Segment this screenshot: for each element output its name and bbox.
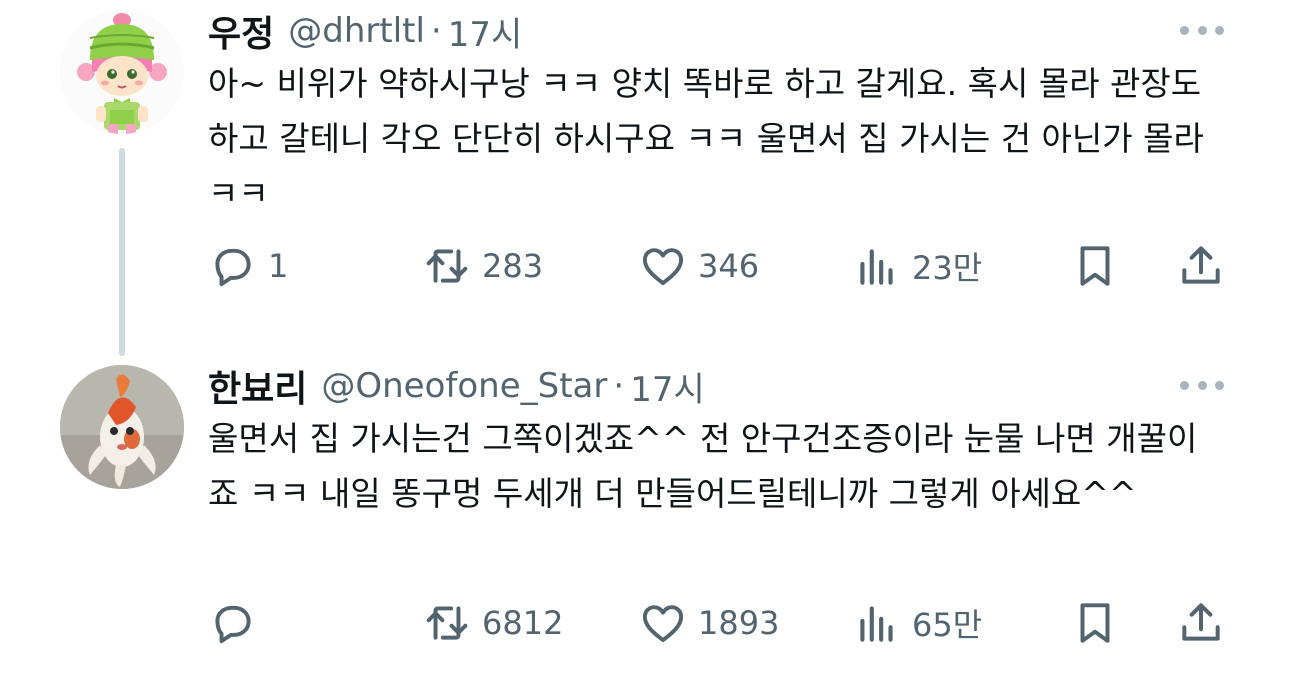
- retweet-count: 283: [482, 247, 544, 285]
- more-options-icon[interactable]: [1180, 20, 1224, 40]
- more-options-icon[interactable]: [1180, 375, 1224, 395]
- retweet-button[interactable]: 283: [422, 241, 543, 291]
- reply-count: 1: [268, 247, 289, 285]
- tweet[interactable]: 한뵤리 @Oneofone_Star · 17시 울면서 집 가시는건 그쪽이겠…: [0, 355, 1290, 681]
- bookmark-button[interactable]: [1070, 598, 1120, 648]
- retweet-icon: [426, 249, 468, 283]
- tweet-header: 우정 @dhrtltl · 17시: [208, 5, 523, 57]
- user-handle[interactable]: @dhrtltl: [288, 11, 425, 51]
- timestamp[interactable]: 17시: [448, 7, 523, 56]
- cartoon-girl-avatar-icon: [60, 10, 184, 134]
- user-handle[interactable]: @Oneofone_Star: [321, 366, 607, 406]
- tweet-text: 울면서 집 가시는건 그쪽이겠죠^^ 전 안구건조증이라 눈물 나면 개꿀이죠 …: [208, 419, 1198, 513]
- reply-button[interactable]: [208, 598, 268, 648]
- separator-dot: ·: [430, 11, 442, 51]
- views-button[interactable]: 23만: [852, 241, 982, 291]
- tweet-header: 한뵤리 @Oneofone_Star · 17시: [208, 360, 705, 412]
- timestamp[interactable]: 17시: [630, 362, 705, 411]
- action-bar: 6812 1893 65만: [208, 598, 1238, 648]
- views-count: 65만: [912, 606, 983, 644]
- display-name[interactable]: 우정: [208, 5, 274, 57]
- thread-connector-line: [119, 148, 125, 356]
- heart-icon: [642, 248, 684, 286]
- tweet-text: 아~ 비위가 약하시구낭 ㅋㅋ 양치 똑바로 하고 갈게요. 혹시 몰라 관장도…: [208, 64, 1204, 213]
- reply-icon: [215, 248, 251, 287]
- like-count: 1893: [698, 604, 780, 642]
- retweet-count: 6812: [482, 604, 564, 642]
- display-name[interactable]: 한뵤리: [208, 360, 307, 412]
- avatar[interactable]: [60, 10, 184, 134]
- reply-button[interactable]: 1: [208, 241, 288, 291]
- bookmark-icon: [1080, 246, 1110, 286]
- heart-icon: [642, 605, 684, 643]
- goldfish-avatar-icon: [60, 365, 184, 489]
- views-chart-icon: [860, 249, 893, 285]
- like-count: 346: [698, 247, 760, 285]
- separator-dot: ·: [613, 366, 625, 406]
- retweet-button[interactable]: 6812: [422, 598, 563, 648]
- avatar[interactable]: [60, 365, 184, 489]
- like-button[interactable]: 346: [638, 241, 759, 291]
- share-button[interactable]: [1176, 598, 1226, 648]
- bookmark-button[interactable]: [1070, 241, 1120, 291]
- like-button[interactable]: 1893: [638, 598, 779, 648]
- retweet-icon: [426, 606, 468, 640]
- reply-icon: [215, 605, 251, 644]
- share-icon: [1182, 246, 1220, 284]
- share-button[interactable]: [1176, 241, 1226, 291]
- views-count: 23만: [912, 249, 983, 287]
- views-chart-icon: [860, 606, 893, 642]
- action-bar: 1 283 346 23만: [208, 241, 1238, 291]
- share-icon: [1182, 603, 1220, 641]
- bookmark-icon: [1080, 603, 1110, 643]
- views-button[interactable]: 65만: [852, 598, 982, 648]
- tweet[interactable]: 우정 @dhrtltl · 17시 아~ 비위가 약하시구낭 ㅋㅋ 양치 똑바로…: [0, 0, 1290, 356]
